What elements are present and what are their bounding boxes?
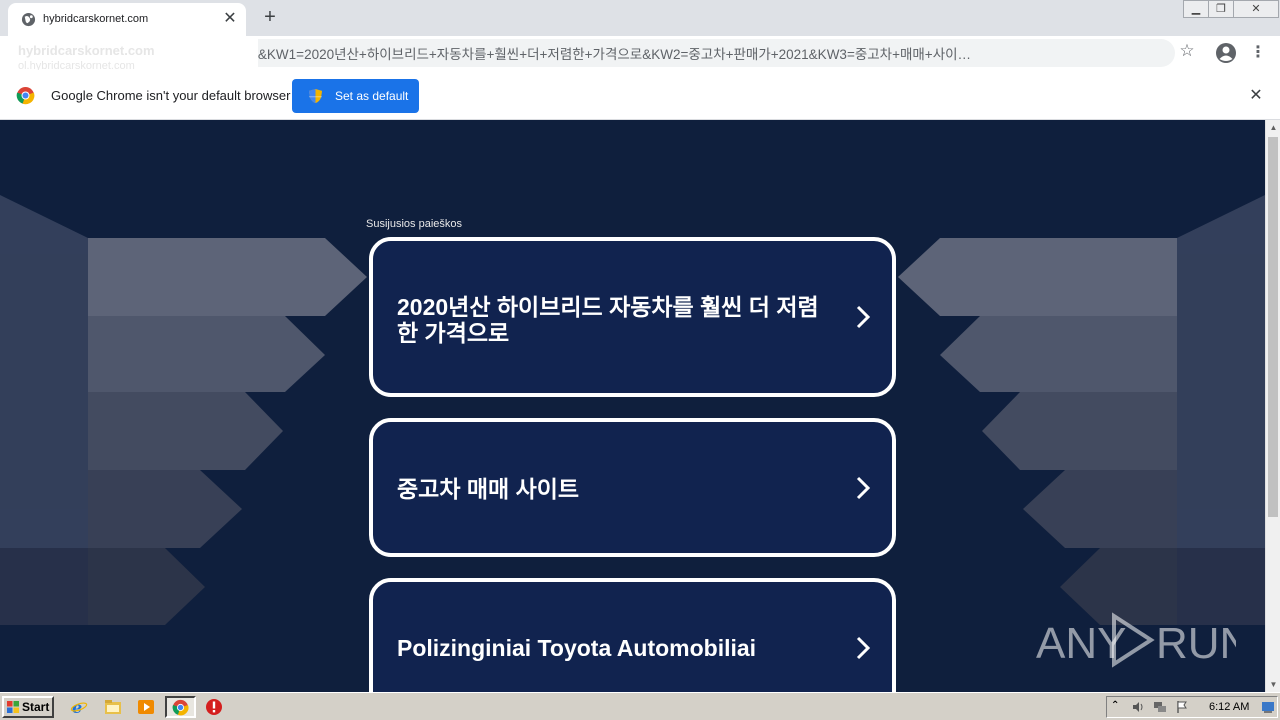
close-infobar-icon[interactable]: ✕ [1246, 86, 1266, 106]
url-text[interactable]: t.com/?backfill=0&KW1=2020년산+하이브리드+자동차를+… [157, 43, 1062, 63]
taskbar-clock[interactable]: 6:12 AM [1209, 701, 1249, 713]
action-center-flag-icon[interactable] [1175, 700, 1189, 714]
new-tab-button[interactable]: + [258, 6, 282, 30]
default-browser-infobar: Google Chrome isn't your default browser… [0, 70, 1280, 120]
anyrun-watermark-logo: ANY RUN [1036, 612, 1236, 668]
windows-flag-icon [7, 701, 19, 713]
related-searches-label: Susijusios paieškos [366, 218, 462, 230]
start-button[interactable]: Start [2, 696, 54, 718]
minimize-button[interactable]: ▁ [1183, 0, 1209, 18]
chevron-right-icon [856, 476, 871, 500]
page-content: Susijusios paieškos 2020년산 하이브리드 자동차를 훨씬… [0, 120, 1265, 692]
file-explorer-icon[interactable] [104, 698, 122, 716]
chevron-right-icon [856, 636, 871, 660]
windows-taskbar: Start e ⌃ 6:12 AM [0, 692, 1280, 720]
globe-icon [21, 12, 36, 27]
close-tab-icon[interactable]: ✕ [220, 9, 240, 29]
close-window-button[interactable]: ✕ [1233, 0, 1279, 18]
chrome-logo-icon [172, 699, 189, 716]
hovercard-title: hybridcarskornet.com [18, 43, 155, 58]
related-search-text: 2020년산 하이브리드 자동차를 훨씬 더 저렴한 가격으로 [397, 294, 819, 346]
bookmark-star-icon[interactable]: ☆ [1177, 41, 1197, 63]
tab-strip: hybridcarskornet.com ✕ + ▁ ❐ ✕ [0, 0, 1280, 36]
internet-explorer-icon[interactable]: e [70, 698, 88, 716]
set-as-default-label: Set as default [335, 89, 409, 103]
tab-title: hybridcarskornet.com [43, 13, 149, 25]
watermark-run-text: RUN [1156, 619, 1236, 668]
start-label: Start [22, 700, 50, 714]
chrome-logo-icon [16, 86, 35, 105]
scroll-down-arrow-icon[interactable]: ▼ [1266, 677, 1280, 692]
chrome-taskbar-button[interactable] [165, 696, 196, 718]
stop-sign-icon[interactable] [205, 698, 223, 716]
chevron-right-icon [856, 305, 871, 329]
menu-kebab-icon[interactable]: ⋮ [1248, 41, 1268, 65]
related-search-link[interactable]: Polizinginiai Toyota Automobiliai [369, 578, 896, 692]
show-desktop-icon[interactable] [1261, 700, 1275, 714]
speaker-icon[interactable] [1131, 700, 1145, 714]
network-icon[interactable] [1153, 700, 1167, 714]
restore-button[interactable]: ❐ [1208, 0, 1234, 18]
infobar-message: Google Chrome isn't your default browser [51, 88, 291, 103]
scroll-thumb[interactable] [1268, 137, 1278, 517]
browser-tab[interactable]: hybridcarskornet.com ✕ [8, 3, 246, 36]
vertical-scrollbar[interactable]: ▲ ▼ [1265, 120, 1280, 692]
related-search-text: Polizinginiai Toyota Automobiliai [397, 635, 757, 661]
profile-avatar-icon[interactable] [1215, 42, 1237, 64]
media-player-icon[interactable] [137, 698, 155, 716]
tray-expand-icon[interactable]: ⌃ [1111, 700, 1125, 714]
system-tray: ⌃ 6:12 AM [1106, 696, 1278, 718]
set-as-default-button[interactable]: Set as default [292, 79, 419, 113]
scroll-up-arrow-icon[interactable]: ▲ [1266, 120, 1280, 135]
uac-shield-icon [308, 88, 323, 104]
related-search-link[interactable]: 중고차 매매 사이트 [369, 418, 896, 557]
related-search-text: 중고차 매매 사이트 [397, 476, 580, 502]
related-search-link[interactable]: 2020년산 하이브리드 자동차를 훨씬 더 저렴한 가격으로 [369, 237, 896, 397]
